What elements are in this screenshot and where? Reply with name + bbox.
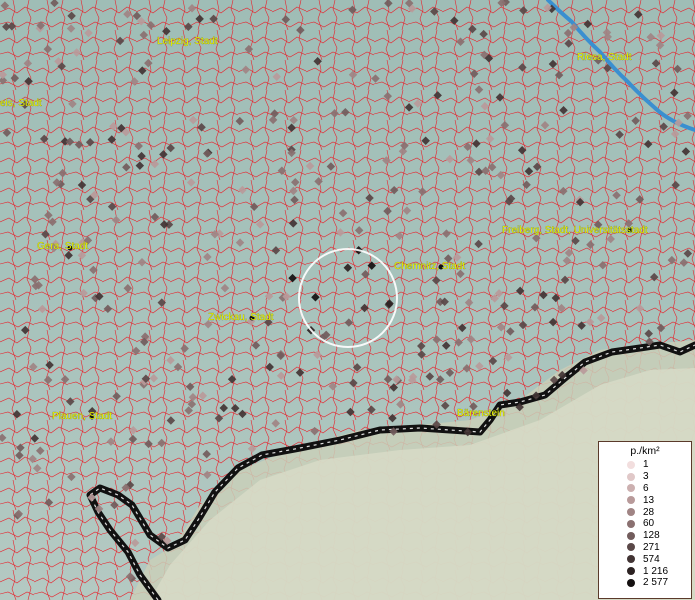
- city-label-leipzig: Leipzig, Stadt: [157, 36, 218, 47]
- legend-label: 13: [643, 494, 655, 506]
- legend-label: 1: [643, 459, 649, 471]
- legend-title: p./km²: [630, 445, 660, 457]
- legend-entry: 13: [599, 494, 691, 506]
- legend-entry: 28: [599, 506, 691, 518]
- city-label-chemnitz: Chemnitz, Stadt: [394, 261, 465, 272]
- city-label-gera: Gera, Stadt: [37, 241, 88, 252]
- city-label-eis: eis, Stadt: [0, 98, 42, 109]
- legend-swatch: [627, 496, 635, 505]
- legend-swatch: [627, 460, 635, 469]
- population-density-map[interactable]: Leipzig, Stadt Riesa, Stadt eis, Stadt G…: [0, 0, 695, 600]
- legend-label: 574: [643, 553, 660, 565]
- legend-entry: 574: [599, 553, 691, 565]
- legend-swatch: [627, 567, 635, 576]
- legend-swatch: [627, 543, 635, 552]
- city-label-baerenstein: Bärenstein: [457, 408, 505, 419]
- legend-label: 3: [643, 471, 649, 483]
- legend-entry: 60: [599, 518, 691, 530]
- legend-swatch: [627, 519, 635, 528]
- city-label-riesa: Riesa, Stadt: [577, 52, 632, 63]
- legend-label: 128: [643, 530, 660, 542]
- legend-label: 1 216: [643, 565, 669, 577]
- legend-entries: 1 3 6 13 28 60 128 271 574 1 216 2 577: [599, 459, 691, 589]
- legend-label: 60: [643, 518, 655, 530]
- city-label-zwickau: Zwickau, Stadt: [208, 312, 274, 323]
- density-legend: p./km² 1 3 6 13 28 60 128 271 574 1 216 2 577: [598, 441, 692, 599]
- legend-entry: 6: [599, 483, 691, 495]
- legend-label: 6: [643, 482, 649, 494]
- legend-swatch: [627, 508, 635, 517]
- legend-entry: 1: [599, 459, 691, 471]
- legend-label: 271: [643, 541, 660, 553]
- legend-swatch: [627, 472, 635, 481]
- legend-entry: 271: [599, 542, 691, 554]
- legend-entry: 3: [599, 471, 691, 483]
- city-label-plauen: Plauen, Stadt: [52, 411, 112, 422]
- legend-swatch: [627, 578, 635, 587]
- legend-swatch: [627, 531, 635, 540]
- legend-label: 28: [643, 506, 655, 518]
- city-label-freiberg: Freiberg, Stadt, Universitätsstadt: [502, 225, 648, 236]
- legend-entry: 2 577: [599, 577, 691, 589]
- legend-entry: 128: [599, 530, 691, 542]
- legend-swatch: [627, 555, 635, 564]
- legend-label: 2 577: [643, 577, 669, 589]
- legend-swatch: [627, 484, 635, 493]
- legend-entry: 1 216: [599, 565, 691, 577]
